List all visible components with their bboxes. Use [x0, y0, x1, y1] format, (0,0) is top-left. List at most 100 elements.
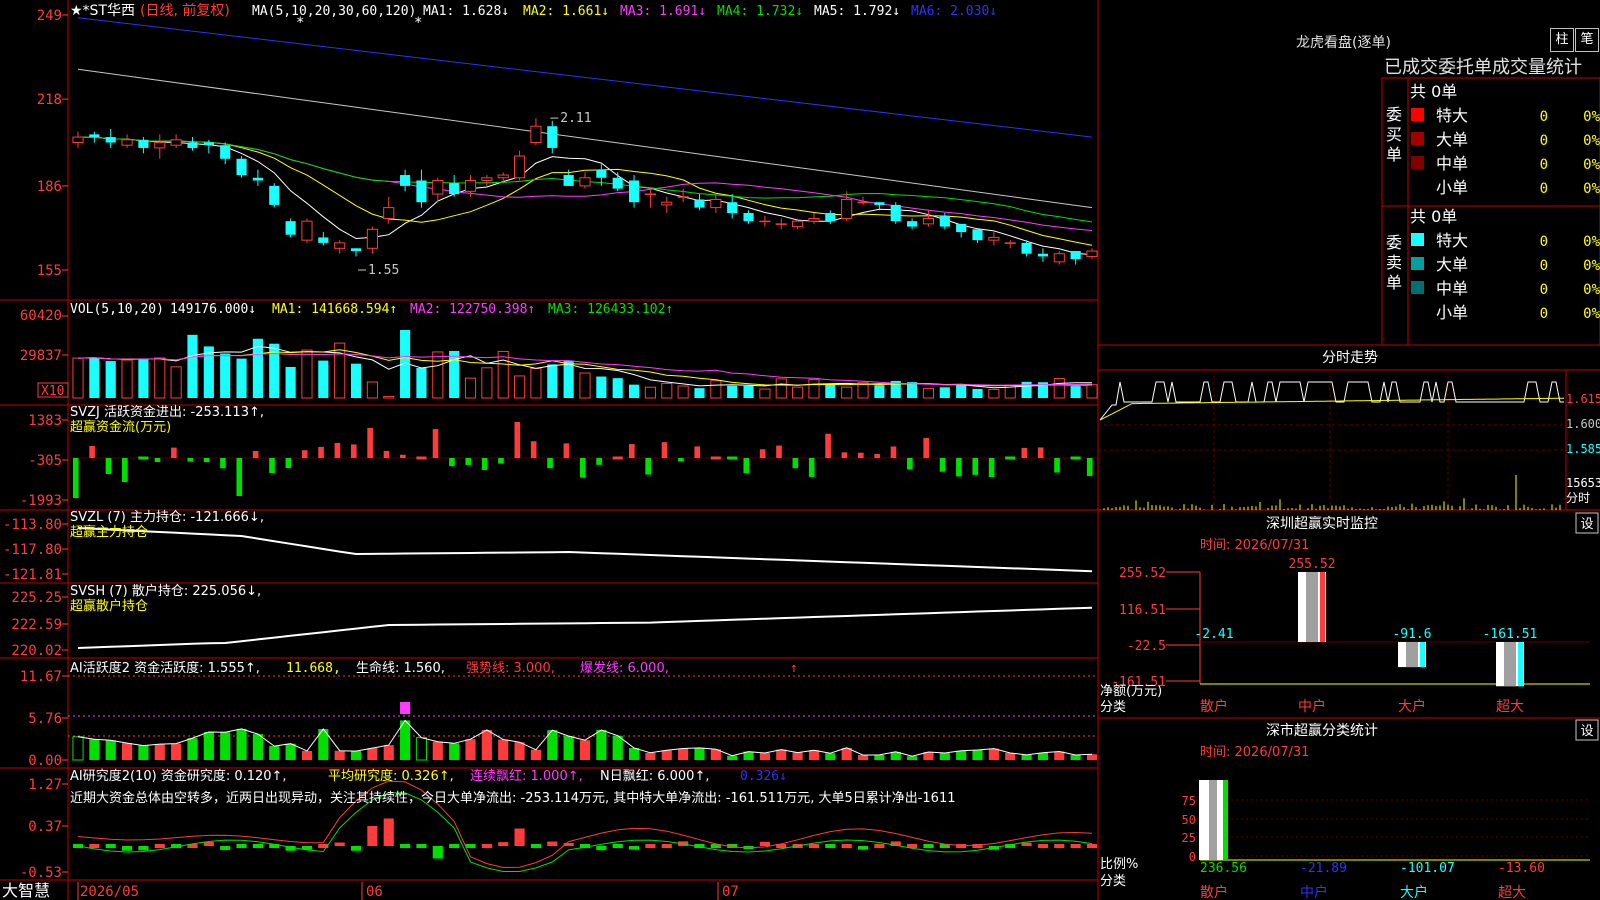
research-bar — [530, 844, 542, 848]
date-label: 2026/05 — [80, 884, 139, 900]
research-bar — [612, 844, 623, 848]
volume-bar — [220, 353, 231, 398]
activity-bar — [236, 728, 247, 760]
activity-bar — [187, 738, 198, 760]
ai2-comment: 近期大资金总体由空转多，近两日出现异动，关注其持续性，今日大单净流出: -253… — [70, 790, 956, 806]
activity-bar — [1086, 754, 1098, 760]
candle-body — [318, 237, 329, 243]
ai2-cont: 连续飘红: 1.000↑, — [470, 768, 583, 784]
svzj-bar — [547, 458, 553, 469]
volume-bar — [1086, 384, 1098, 399]
ai2-extra: 0.326↓ — [740, 769, 787, 784]
ai1-label: AI活跃度2 资金活跃度: 1.555↑, — [70, 660, 260, 676]
svzj-bar — [498, 458, 504, 464]
research-bar — [1021, 842, 1032, 846]
candle-body — [301, 220, 313, 241]
activity-bar — [563, 736, 574, 760]
price-tick-label: 218 — [37, 92, 62, 108]
activity-bar — [138, 745, 149, 760]
ai2-tick-label: -0.53 — [20, 865, 62, 881]
candle-body — [694, 199, 705, 208]
svzj-bar — [579, 458, 586, 478]
vol-value: 149176.000↓ — [170, 302, 256, 317]
candle-body — [497, 174, 509, 179]
candle-body — [481, 177, 493, 181]
volume-bar — [105, 361, 116, 398]
volume-bar — [628, 384, 640, 398]
longhu-title: 龙虎看盘(逐单) — [1296, 35, 1391, 51]
ma-value-4: MA4: 1.732↓ — [717, 4, 803, 19]
volume-bar — [514, 375, 526, 399]
volume-bar — [203, 346, 214, 398]
volume-bar — [644, 386, 656, 399]
svzj-bar — [939, 458, 946, 472]
candle-body — [1004, 242, 1016, 244]
ai1-tick-label: 11.67 — [20, 669, 62, 685]
svzj-bar — [596, 458, 602, 465]
candle-body — [138, 139, 149, 148]
activity-bar — [514, 742, 525, 760]
svzj-bar — [710, 456, 721, 460]
svzj-tick-label: 1383 — [28, 413, 62, 429]
svzj-bar — [1037, 447, 1044, 458]
svzj-bar — [383, 450, 390, 458]
research-bar — [121, 846, 133, 851]
activity-bar — [678, 748, 689, 760]
svzj-bar — [367, 428, 373, 458]
research-bar — [1070, 844, 1081, 848]
research-bar — [514, 828, 525, 846]
activity-bar — [1037, 752, 1049, 760]
tick-view-button[interactable]: 笔 — [1575, 28, 1599, 52]
activity-bar — [612, 735, 623, 760]
date-label: 06 — [366, 884, 383, 900]
candle-body — [285, 221, 296, 235]
research-bar — [465, 844, 476, 848]
volume-bar — [1053, 378, 1065, 399]
research-bar — [1054, 844, 1065, 848]
svzj-bar — [121, 458, 128, 482]
ai1-arrow: ↑ — [790, 661, 798, 676]
svsh-tick-label: 220.02 — [11, 643, 62, 659]
volume-bar — [432, 351, 444, 399]
svzj-bar — [400, 454, 406, 458]
activity-bar — [776, 749, 787, 760]
ai2-tick-label: 0.37 — [28, 819, 62, 835]
candle-body — [334, 242, 346, 249]
svzj-bar — [220, 458, 226, 469]
volume-bar — [72, 357, 84, 399]
candle-body — [1070, 251, 1081, 260]
svzj-bar — [792, 458, 799, 469]
candle-body — [727, 202, 738, 214]
chart-mode: (日线, 前复权) — [140, 2, 230, 19]
activity-bar — [449, 743, 460, 760]
svzj-bar — [203, 458, 210, 462]
volume-bar — [318, 360, 329, 398]
research-bar — [416, 844, 427, 848]
activity-bar — [121, 743, 133, 760]
candle-body — [449, 183, 460, 195]
ai2-label: AI研究度2(10) 资金研究度: 0.120↑, — [70, 768, 287, 784]
candle-body — [628, 180, 640, 203]
candle-body — [563, 175, 574, 186]
volume-bar — [759, 388, 771, 399]
svzj-bar — [1005, 456, 1016, 460]
ai1-tick-label: 0.00 — [28, 753, 62, 769]
column-view-button[interactable]: 柱 — [1550, 28, 1574, 52]
candle-body — [269, 185, 280, 205]
svzj-tick-label: -1993 — [20, 493, 62, 509]
svzj-bar — [187, 458, 194, 462]
research-bar — [350, 846, 362, 851]
svzj-bar — [1054, 458, 1060, 473]
research-bar — [105, 844, 116, 848]
activity-bar — [907, 756, 918, 760]
volume-bar — [301, 349, 313, 399]
vol-tick-label: 60420 — [20, 308, 62, 324]
ai1-strong: 强势线: 3.000, — [466, 660, 555, 676]
volume-bar — [579, 372, 591, 399]
candle-body — [154, 142, 166, 149]
candle-body — [988, 236, 1000, 241]
svzj-bar — [236, 458, 243, 496]
research-bar — [923, 844, 934, 848]
activity-bar — [939, 753, 950, 760]
candle-body — [89, 134, 100, 138]
